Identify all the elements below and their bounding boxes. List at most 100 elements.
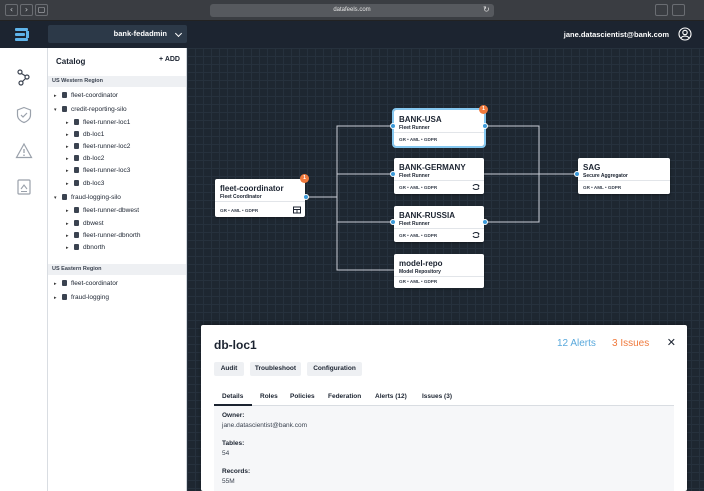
issues-count-link[interactable]: 3 Issues — [612, 338, 649, 349]
tabs-icon[interactable] — [672, 4, 685, 16]
user-account-icon[interactable] — [678, 27, 692, 41]
output-port[interactable] — [482, 123, 488, 129]
tree-item[interactable]: ▸ fleet-coordinator — [54, 90, 118, 101]
node-tags: GR • AML • GDPR — [399, 185, 438, 190]
node-fleet-coordinator[interactable]: fleet-coordinator Fleet Coordinator GR •… — [215, 174, 309, 217]
node-bank-russia[interactable]: BANK-RUSSIA Fleet Runner GR • AML • GDPR — [390, 206, 488, 242]
add-button[interactable]: + ADD — [159, 56, 180, 63]
region-header: US Eastern Region — [48, 264, 186, 275]
database-icon — [74, 207, 79, 213]
node-subtitle: Fleet Runner — [399, 173, 430, 179]
app-logo-icon — [15, 28, 29, 41]
alert-icon[interactable] — [15, 142, 33, 160]
edge-coordinator-repo — [336, 222, 397, 271]
owner-value: jane.datascientist@bank.com — [222, 422, 308, 429]
node-tags: GR • AML • GDPR — [399, 137, 438, 142]
node-title: fleet-coordinator — [220, 184, 284, 193]
owner-label: Owner: — [222, 412, 245, 419]
tree-item[interactable]: ▸ dbwest — [66, 218, 104, 229]
tables-value: 54 — [222, 450, 230, 457]
back-button[interactable]: ‹ — [5, 4, 18, 16]
url-bar[interactable]: datafeels.com — [210, 4, 494, 17]
tab-issues[interactable]: Issues (3) — [422, 393, 452, 400]
shield-icon[interactable] — [15, 106, 33, 124]
database-icon — [62, 294, 67, 300]
configuration-button[interactable]: Configuration — [307, 362, 362, 376]
input-port[interactable] — [390, 219, 396, 225]
database-icon — [74, 131, 79, 137]
input-port[interactable] — [390, 123, 396, 129]
region-header: US Western Region — [48, 76, 186, 87]
tree-item[interactable]: ▸ fleet-runner-loc1 — [66, 117, 130, 128]
browser-toolbar: ‹ › ▢ datafeels.com ↻ — [0, 0, 704, 21]
alert-badge: 1 — [300, 174, 309, 183]
database-icon — [62, 280, 67, 286]
node-bank-germany[interactable]: BANK-GERMANY Fleet Runner GR • AML • GDP… — [390, 158, 484, 194]
node-bank-usa[interactable]: BANK-USA Fleet Runner GR • AML • GDPR 1 — [390, 105, 488, 148]
database-icon — [74, 232, 79, 238]
details-content: Owner: jane.datascientist@bank.com Table… — [214, 406, 674, 491]
tree-item[interactable]: ▸ dbnorth — [66, 242, 105, 253]
database-icon — [74, 143, 79, 149]
tree-item[interactable]: ▸ fleet-runner-loc3 — [66, 165, 130, 176]
tree-item[interactable]: ▾ fraud-logging-silo — [54, 192, 121, 203]
share-icon[interactable] — [655, 4, 668, 16]
input-port[interactable] — [390, 171, 396, 177]
tree-item[interactable]: ▸ db-loc3 — [66, 178, 104, 189]
edge-russia-sag — [484, 174, 540, 223]
node-subtitle: Secure Aggregator — [583, 173, 628, 179]
federate-icon[interactable] — [472, 231, 480, 239]
detail-title: db-loc1 — [214, 338, 257, 352]
node-subtitle: Fleet Runner — [399, 221, 430, 227]
federate-icon[interactable] — [472, 183, 480, 191]
tenant-selector[interactable]: bank-fedadmin — [48, 25, 187, 43]
table-icon[interactable] — [293, 206, 301, 214]
node-model-repo[interactable]: model-repo Model Repository GR • AML • G… — [394, 254, 484, 288]
node-divider — [394, 180, 484, 181]
database-icon — [74, 180, 79, 186]
audit-button[interactable]: Audit — [214, 362, 244, 376]
node-tags: GR • AML • GDPR — [583, 185, 622, 190]
node-subtitle: Fleet Coordinator — [220, 194, 262, 200]
database-icon — [74, 244, 79, 250]
node-divider — [394, 276, 484, 277]
forward-button[interactable]: › — [20, 4, 33, 16]
node-title: BANK-USA — [399, 115, 442, 124]
tree-item[interactable]: ▸ db-loc1 — [66, 129, 104, 140]
graph-icon[interactable] — [15, 68, 33, 86]
alerts-count-link[interactable]: 12 Alerts — [557, 338, 596, 349]
sidebar-toggle-button[interactable]: ▢ — [35, 4, 48, 16]
tree-item[interactable]: ▸ fleet-runner-loc2 — [66, 141, 130, 152]
node-tags: GR • AML • GDPR — [220, 208, 259, 213]
tree-item[interactable]: ▸ fleet-coordinator — [54, 278, 118, 289]
edge-coordinator-russia — [336, 197, 397, 223]
node-tags: GR • AML • GDPR — [399, 279, 438, 284]
output-port[interactable] — [482, 219, 488, 225]
records-value: 55M — [222, 478, 235, 485]
close-icon[interactable]: ✕ — [667, 336, 676, 349]
tab-policies[interactable]: Policies — [290, 393, 315, 400]
node-sag[interactable]: SAG Secure Aggregator GR • AML • GDPR — [574, 158, 670, 194]
troubleshoot-button[interactable]: Troubleshoot — [250, 362, 301, 376]
reload-button[interactable]: ↻ — [483, 4, 490, 16]
tables-label: Tables: — [222, 440, 245, 447]
url-text: datafeels.com — [333, 7, 371, 13]
tab-federation[interactable]: Federation — [328, 393, 361, 400]
tree-item[interactable]: ▸ fraud-logging — [54, 292, 109, 303]
tree-item[interactable]: ▸ fleet-runner-dbwest — [66, 205, 139, 216]
tab-alerts[interactable]: Alerts (12) — [375, 393, 407, 400]
output-port[interactable] — [303, 194, 309, 200]
tab-roles[interactable]: Roles — [260, 393, 278, 400]
tree-item[interactable]: ▸ db-loc2 — [66, 153, 104, 164]
node-divider — [578, 180, 670, 181]
input-port[interactable] — [574, 171, 580, 177]
database-icon — [62, 194, 67, 200]
tab-details[interactable]: Details — [222, 393, 243, 400]
tree-item[interactable]: ▾ credit-reporting-silo — [54, 104, 127, 115]
catalog-panel: Catalog + ADD US Western Region ▸ fleet-c… — [48, 48, 187, 491]
tree-item[interactable]: ▸ fleet-runner-dbnorth — [66, 230, 140, 241]
catalog-title: Catalog — [56, 57, 86, 66]
database-icon — [74, 220, 79, 226]
document-icon[interactable] — [15, 178, 33, 196]
chevron-down-icon — [174, 29, 183, 38]
